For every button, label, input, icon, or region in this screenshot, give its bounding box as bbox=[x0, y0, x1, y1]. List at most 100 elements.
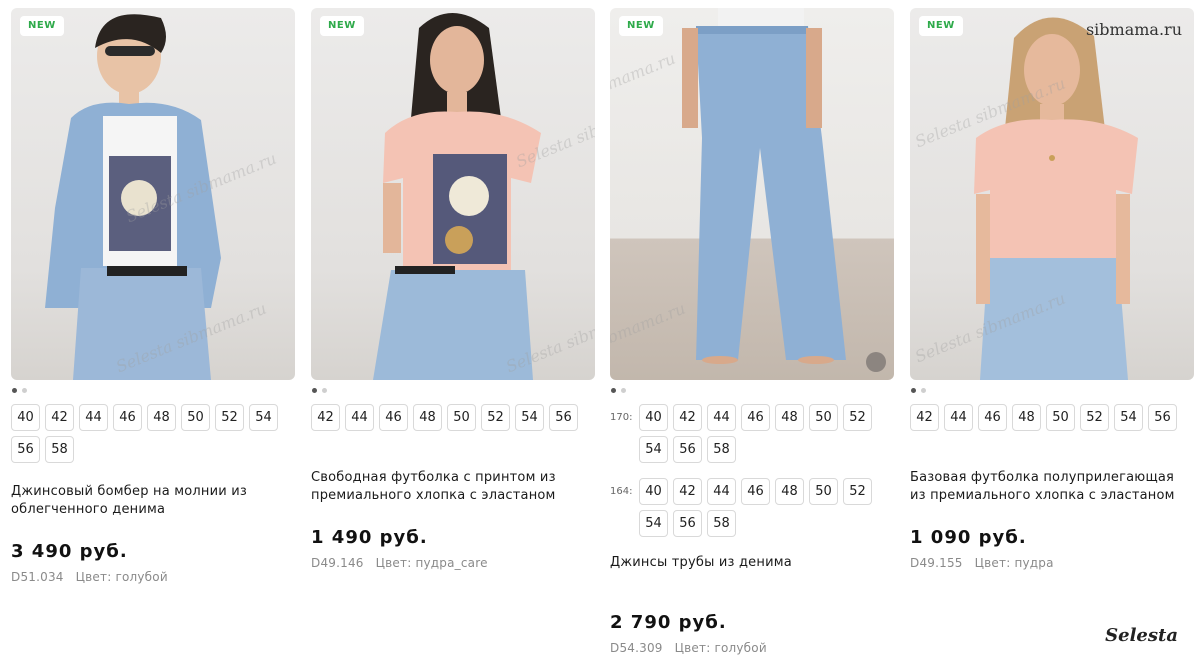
product-sku: D49.146 bbox=[311, 556, 364, 570]
size-option[interactable]: 46 bbox=[741, 478, 770, 505]
size-option[interactable]: 56 bbox=[673, 436, 702, 463]
size-option[interactable]: 42 bbox=[45, 404, 74, 431]
size-option[interactable]: 46 bbox=[978, 404, 1007, 431]
product-title-line: Джинсы трубы из денима bbox=[610, 555, 792, 570]
carousel-dot[interactable] bbox=[12, 388, 17, 393]
product-title-line: Джинсовый бомбер на молнии из bbox=[11, 484, 247, 499]
product-price: 3 490 руб. bbox=[11, 541, 128, 562]
product-price: 1 490 руб. bbox=[311, 527, 428, 548]
size-list: 42 44 46 48 50 52 54 56 bbox=[910, 404, 1194, 431]
height-label: 164: bbox=[610, 486, 633, 497]
product-price: 1 090 руб. bbox=[910, 527, 1027, 548]
watermark-brand: Selesta bbox=[1105, 625, 1178, 646]
size-group-170: 170: 40 42 44 46 48 50 52 54 56 58 bbox=[610, 404, 894, 463]
product-photo[interactable]: NEW Selesta sibmama.ru Selesta sibmama.r… bbox=[311, 8, 595, 380]
size-option[interactable]: 44 bbox=[345, 404, 374, 431]
size-option[interactable]: 58 bbox=[707, 510, 736, 537]
size-option[interactable]: 56 bbox=[673, 510, 702, 537]
size-option[interactable]: 46 bbox=[741, 404, 770, 431]
size-option[interactable]: 46 bbox=[379, 404, 408, 431]
product-title[interactable]: Джинсы трубы из денима bbox=[610, 554, 894, 572]
product-card[interactable]: NEW Selesta sibmama.ru Selesta sibmama.r… bbox=[610, 8, 894, 655]
size-option[interactable]: 50 bbox=[809, 404, 838, 431]
product-card[interactable]: NEW Selesta sibmama.ru Selesta sibmama.r… bbox=[910, 8, 1194, 570]
size-option[interactable]: 44 bbox=[944, 404, 973, 431]
size-option[interactable]: 48 bbox=[1012, 404, 1041, 431]
size-option[interactable]: 42 bbox=[311, 404, 340, 431]
size-option[interactable]: 58 bbox=[45, 436, 74, 463]
size-option[interactable]: 42 bbox=[910, 404, 939, 431]
product-title-line: облегченного денима bbox=[11, 502, 166, 517]
size-option[interactable]: 52 bbox=[481, 404, 510, 431]
size-option[interactable]: 54 bbox=[1114, 404, 1143, 431]
model-image-printed-tee bbox=[373, 13, 541, 380]
watermark-site: sibmama.ru bbox=[1085, 20, 1182, 39]
size-option[interactable]: 46 bbox=[113, 404, 142, 431]
size-option[interactable]: 50 bbox=[809, 478, 838, 505]
carousel-dot[interactable] bbox=[911, 388, 916, 393]
carousel-dot[interactable] bbox=[621, 388, 626, 393]
product-sku: D51.034 bbox=[11, 570, 64, 584]
carousel-dot[interactable] bbox=[322, 388, 327, 393]
product-color: Цвет: голубой bbox=[674, 641, 767, 655]
product-card[interactable]: NEW Selesta sibmama.ru Selesta sibmama.r… bbox=[311, 8, 595, 570]
product-sku: D49.155 bbox=[910, 556, 963, 570]
carousel-dots[interactable] bbox=[12, 388, 295, 394]
product-title[interactable]: Базовая футболка полуприлегающая из прем… bbox=[910, 469, 1194, 505]
product-photo[interactable]: NEW Selesta sibmama.ru Selesta sibmama.r… bbox=[11, 8, 295, 380]
product-color: Цвет: голубой bbox=[75, 570, 168, 584]
model-image-bomber bbox=[45, 14, 221, 380]
carousel-dot[interactable] bbox=[22, 388, 27, 393]
size-list: 40 42 44 46 48 50 52 54 56 58 bbox=[639, 404, 889, 463]
product-title[interactable]: Джинсовый бомбер на молнии из облегченно… bbox=[11, 483, 295, 519]
product-title-line: Свободная футболка с принтом из bbox=[311, 470, 556, 485]
size-option[interactable]: 56 bbox=[1148, 404, 1177, 431]
carousel-dots[interactable] bbox=[911, 388, 1194, 394]
size-option[interactable]: 44 bbox=[707, 404, 736, 431]
size-list: 40 42 44 46 48 50 52 54 56 58 bbox=[11, 404, 295, 463]
size-option[interactable]: 58 bbox=[707, 436, 736, 463]
carousel-dot[interactable] bbox=[921, 388, 926, 393]
carousel-dots[interactable] bbox=[611, 388, 894, 394]
size-option[interactable]: 48 bbox=[147, 404, 176, 431]
product-title[interactable]: Свободная футболка с принтом из премиаль… bbox=[311, 469, 595, 505]
product-price: 2 790 руб. bbox=[610, 612, 727, 633]
size-option[interactable]: 42 bbox=[673, 404, 702, 431]
size-option[interactable]: 50 bbox=[181, 404, 210, 431]
carousel-dot[interactable] bbox=[312, 388, 317, 393]
new-badge: NEW bbox=[320, 16, 364, 36]
size-option[interactable]: 56 bbox=[11, 436, 40, 463]
product-sku: D54.309 bbox=[610, 641, 663, 655]
size-option[interactable]: 48 bbox=[413, 404, 442, 431]
product-title-line: премиального хлопка с эластаном bbox=[311, 488, 556, 503]
product-photo[interactable]: NEW Selesta sibmama.ru Selesta sibmama.r… bbox=[610, 8, 894, 380]
size-option[interactable]: 54 bbox=[639, 436, 668, 463]
size-option[interactable]: 40 bbox=[11, 404, 40, 431]
size-option[interactable]: 54 bbox=[639, 510, 668, 537]
size-option[interactable]: 48 bbox=[775, 404, 804, 431]
size-option[interactable]: 56 bbox=[549, 404, 578, 431]
size-option[interactable]: 54 bbox=[249, 404, 278, 431]
model-image-wide-jeans bbox=[682, 8, 886, 372]
product-color: Цвет: пудра bbox=[974, 556, 1054, 570]
size-option[interactable]: 52 bbox=[215, 404, 244, 431]
size-option[interactable]: 40 bbox=[639, 404, 668, 431]
carousel-dot[interactable] bbox=[611, 388, 616, 393]
size-option[interactable]: 54 bbox=[515, 404, 544, 431]
size-option[interactable]: 52 bbox=[1080, 404, 1109, 431]
carousel-dots[interactable] bbox=[312, 388, 595, 394]
size-option[interactable]: 48 bbox=[775, 478, 804, 505]
size-option[interactable]: 50 bbox=[1046, 404, 1075, 431]
size-option[interactable]: 42 bbox=[673, 478, 702, 505]
new-badge: NEW bbox=[619, 16, 663, 36]
size-option[interactable]: 52 bbox=[843, 404, 872, 431]
size-option[interactable]: 52 bbox=[843, 478, 872, 505]
product-photo[interactable]: NEW Selesta sibmama.ru Selesta sibmama.r… bbox=[910, 8, 1194, 380]
size-option[interactable]: 44 bbox=[79, 404, 108, 431]
product-meta: D51.034 Цвет: голубой bbox=[11, 570, 295, 584]
size-option[interactable]: 50 bbox=[447, 404, 476, 431]
size-option[interactable]: 44 bbox=[707, 478, 736, 505]
size-option[interactable]: 40 bbox=[639, 478, 668, 505]
product-meta: D49.146 Цвет: пудра_care bbox=[311, 556, 595, 570]
product-card[interactable]: NEW Selesta sibmama.ru Selesta sibmama.r… bbox=[11, 8, 295, 584]
